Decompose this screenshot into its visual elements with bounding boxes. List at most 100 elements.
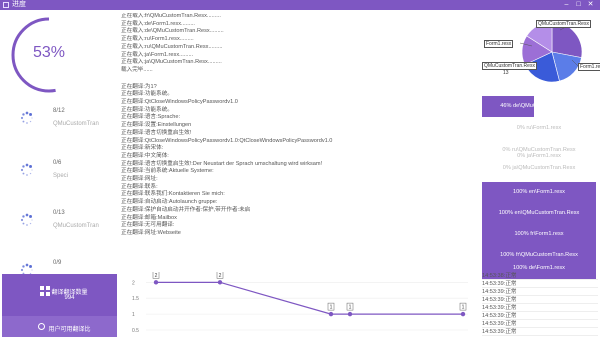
pie-label: Form1.resx: [578, 63, 600, 71]
task-item: 0/6 Speci: [20, 160, 116, 186]
data-label: 2: [155, 273, 158, 279]
data-point: [217, 280, 223, 285]
file-progress-label: 100% en\Form1.resx: [513, 189, 565, 195]
pie-chart: Form1.resx QMuCustomTran.Resx Form1.resx…: [480, 10, 600, 92]
task-count: 0/13: [53, 210, 65, 216]
time-log-row: 14:53:39:正常: [482, 328, 598, 336]
log-line: 正在翻译:无可用翻译:: [121, 222, 175, 229]
spinner-dot: [29, 265, 32, 268]
time-log-row: 14:53:38:正常: [482, 272, 598, 280]
spinner-dot: [26, 224, 28, 226]
pie-label: QMuCustomTran.Resx: [536, 20, 591, 28]
task-name: QMuCustomTran: [53, 121, 99, 127]
file-progress-row: 0% ja\QMuCustomTran.Resx: [482, 158, 596, 179]
file-progress-label: 100% de\Form1.resx: [513, 265, 565, 271]
file-progress-row: 100% en\Form1.resx: [482, 182, 596, 203]
log-line: 正在翻译:QtCloseWindowsPolicyPasswordv1.0:Qt…: [121, 137, 333, 144]
task-count: 0/6: [53, 160, 62, 166]
log-line: 正在翻译:网址:: [121, 176, 158, 183]
spinner-dot: [22, 265, 25, 268]
pie-label: 13: [503, 70, 509, 76]
log-line: 正在翻译:功能系统。: [121, 91, 173, 98]
data-point: [347, 311, 353, 317]
task-name: QMuCustomTran: [53, 223, 99, 229]
spinner-dot: [25, 111, 29, 115]
spinner-dot: [22, 120, 25, 123]
data-label: 1: [349, 305, 352, 311]
close-icon[interactable]: ✕: [586, 0, 595, 10]
log-line: 正在载入:de\QMuCustomTran.Resx.........: [121, 28, 224, 35]
overall-progress-ring: 53%: [8, 14, 90, 96]
time-log-row: 14:53:39:正常: [482, 320, 598, 328]
spinner-dot: [29, 120, 32, 123]
log-line: 正在翻译:设置:Einstellungen: [121, 122, 192, 129]
maximize-icon[interactable]: □: [574, 0, 583, 10]
spinner-dot: [20, 168, 24, 172]
spinner-dot: [29, 172, 32, 175]
file-progress-row: 100% en\QMuCustomTran.Resx: [482, 203, 596, 224]
translated-count-value: 994: [64, 295, 75, 301]
file-progress-label: 100% en\QMuCustomTran.Resx: [498, 210, 580, 216]
log-line: 正在翻译:为1?: [121, 83, 157, 90]
log-line: 正在翻译:邮箱:Mailbox: [121, 214, 177, 221]
loading-spinner-icon: [20, 163, 33, 176]
window-title: 进度: [12, 1, 26, 8]
task-panel: 53% 8/12 QMuCustomTran 0/6 Speci 0/13 QM…: [0, 10, 118, 337]
y-tick-label: 1.5: [132, 296, 139, 302]
log-line: 正在载入:ru\QMuCustomTran.Resx.........: [121, 43, 223, 50]
spinner-dot: [25, 163, 29, 167]
usable-ratio-tile[interactable]: 用户可用翻译比: [2, 316, 117, 337]
translated-count-tile[interactable]: 翻译翻译数量 994: [2, 274, 117, 316]
log-line: 正在翻译:当前系统:Aktuelle Systeme:: [121, 168, 214, 175]
minimize-icon[interactable]: –: [562, 0, 571, 10]
log-line: 正在载入:fr\QMuCustomTran.Resx.........: [121, 13, 221, 19]
log-line: 正在翻译:语言:Sprache:: [121, 114, 181, 121]
spinner-dot: [20, 218, 24, 222]
usable-ratio-label: 用户可用翻译比: [48, 327, 91, 333]
task-name: Speci: [53, 173, 69, 179]
spinner-dot: [29, 165, 32, 168]
time-log-row: 14:53:39:正常: [482, 280, 598, 288]
time-log: 14:53:38:正常 14:53:39:正常 14:53:39:正常 14:5…: [482, 272, 598, 336]
spinner-dot: [20, 116, 24, 120]
log-line: 正在翻译:QtCloseWindowsPolicyPasswordv1.0: [121, 99, 238, 106]
spinner-dot: [29, 222, 32, 225]
file-progress-row: 0% ru\Form1.resx: [482, 118, 596, 139]
data-point: [460, 311, 466, 317]
progress-chart: 2 1.5 1 0.5 2 2 1 1 1: [118, 271, 478, 337]
log-line: 正在翻译:保护自动启动并开作者:保护,带开作者:未启: [121, 206, 251, 213]
spinner-dot: [25, 213, 29, 217]
spinner-dot: [22, 222, 25, 225]
log-line: 正在载入:ja\QMuCustomTran.Resx.........: [121, 59, 222, 66]
log-line: 正在翻译:语言切换重启生效!: [121, 129, 192, 136]
spinner-dot: [25, 263, 29, 267]
spinner-dot: [22, 215, 25, 218]
time-log-row: 14:53:39:正常: [482, 288, 598, 296]
time-log-row: 14:53:39:正常: [482, 296, 598, 304]
translation-log: 正在载入:fr\QMuCustomTran.Resx......... 正在载入…: [121, 13, 476, 238]
data-label: 1: [462, 305, 465, 311]
spinner-dot: [31, 269, 33, 271]
file-progress-row: 100% fr\Form1.resx: [482, 224, 596, 245]
data-label: 2: [219, 273, 222, 279]
log-line: 正在载入:ru\Form1.resx.........: [121, 36, 194, 43]
spinner-dot: [22, 113, 25, 116]
log-line: 载入完毕......: [121, 66, 153, 73]
y-tick-label: 1: [132, 312, 135, 318]
time-log-row: 14:53:39:正常: [482, 312, 598, 320]
task-item: 8/12 QMuCustomTran: [20, 108, 116, 134]
log-line: 正在翻译:自动启动:Autolaunch gruppe:: [121, 199, 218, 206]
spinner-dot: [31, 169, 33, 171]
file-progress-label: 0% ru\Form1.resx: [516, 125, 562, 131]
spinner-dot: [31, 219, 33, 221]
file-progress-label: 46% de\QMuCustomTran.Resx: [500, 103, 578, 109]
overall-percent: 53%: [32, 44, 66, 61]
spinner-dot: [20, 268, 24, 272]
task-count: 8/12: [53, 108, 65, 114]
app-icon: [3, 2, 9, 8]
time-log-row: 14:53:39:正常: [482, 304, 598, 312]
task-item: 0/13 QMuCustomTran: [20, 210, 116, 236]
line-chart: 2 1.5 1 0.5 2 2 1 1 1: [132, 271, 468, 334]
log-line: 正在翻译:网址:Webseite: [121, 229, 181, 236]
spinner-dot: [22, 165, 25, 168]
